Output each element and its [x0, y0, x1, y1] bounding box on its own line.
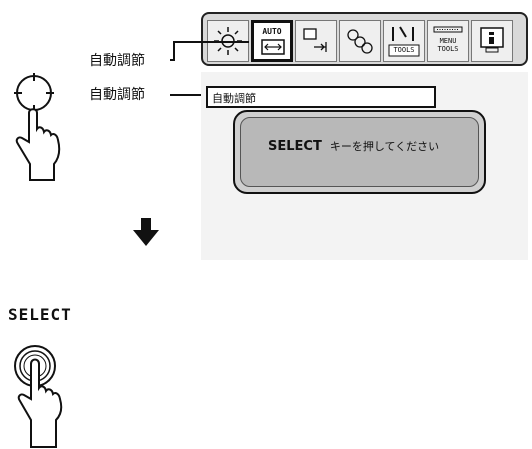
down-arrow-icon: [133, 218, 159, 246]
dialog-instruction: キーを押してください: [329, 140, 440, 153]
select-button-icon[interactable]: [10, 344, 70, 449]
dialog-key-name: SELECT: [268, 139, 322, 154]
joystick-icon: [14, 73, 61, 181]
hand-pointer-icon: [15, 108, 61, 181]
dialog-message: SELECT キーを押してください: [268, 138, 439, 154]
select-button-label: SELECT: [8, 305, 72, 324]
menu-item-auto-adjust[interactable]: 自動調節: [206, 86, 436, 108]
